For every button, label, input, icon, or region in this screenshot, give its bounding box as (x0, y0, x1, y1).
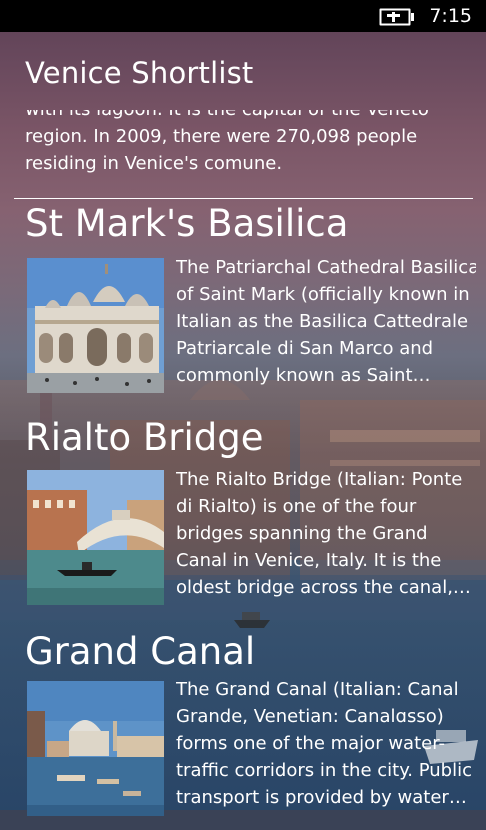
intro-section: with its lagoon. It is the capital of th… (25, 110, 465, 188)
app-content: Venice Shortlist with its lagoon. It is … (0, 32, 486, 816)
place-title: Rialto Bridge (25, 416, 264, 459)
description-line: traffic corridors in the city. Public (176, 760, 472, 781)
description-line: The Grand Canal (Italian: Canal (176, 679, 459, 700)
section-divider (14, 198, 473, 199)
description-line: of Saint Mark (officially known in (176, 284, 470, 305)
description-line: The Patriarchal Cathedral Basilica (176, 257, 476, 278)
intro-line: residing in Venice's comune. (25, 153, 283, 174)
list-item-st-marks-basilica[interactable]: St Mark's Basilica The Patriarchal Cathe… (0, 202, 486, 402)
description-line: bridges spanning the Grand (176, 523, 428, 544)
list-item-grand-canal[interactable]: Grand Canal The Grand Canal (Italian: Ca… (0, 630, 486, 830)
description-line: The Rialto Bridge (Italian: Ponte (176, 469, 463, 490)
place-description: The Grand Canal (Italian: Canal Grande, … (176, 676, 476, 811)
description-line: di Rialto) is one of the four (176, 496, 417, 517)
place-title: St Mark's Basilica (25, 202, 349, 245)
description-line: Grande, Venetian: Canalɑsso) (176, 706, 444, 727)
description-line: forms one of the major water- (176, 733, 445, 754)
battery-charging-icon (379, 8, 414, 26)
intro-text: with its lagoon. It is the capital of th… (25, 110, 465, 177)
list-item-rialto-bridge[interactable]: Rialto Bridge The Rialto Bridge (Italian… (0, 416, 486, 616)
place-description: The Rialto Bridge (Italian: Ponte di Ria… (176, 466, 476, 601)
description-line: transport is provided by water… (176, 787, 467, 808)
status-bar: 7:15 (0, 0, 486, 32)
app-title: Venice Shortlist (25, 56, 254, 90)
description-line: Italian as the Basilica Cattedrale (176, 311, 469, 332)
bridge-photo (27, 470, 164, 605)
description-line: Canal in Venice, Italy. It is the (176, 550, 442, 571)
description-line: oldest bridge across the canal,… (176, 577, 471, 598)
description-line: Patriarcale di San Marco and (176, 338, 434, 359)
canal-photo (27, 681, 164, 816)
description-line: commonly known as Saint… (176, 365, 431, 386)
intro-line: with its lagoon. It is the capital of th… (25, 110, 465, 123)
place-title: Grand Canal (25, 630, 256, 673)
place-description: The Patriarchal Cathedral Basilica of Sa… (176, 254, 476, 389)
status-clock: 7:15 (429, 5, 472, 27)
basilica-photo (27, 258, 164, 393)
intro-line: region. In 2009, there were 270,098 peop… (25, 126, 418, 147)
